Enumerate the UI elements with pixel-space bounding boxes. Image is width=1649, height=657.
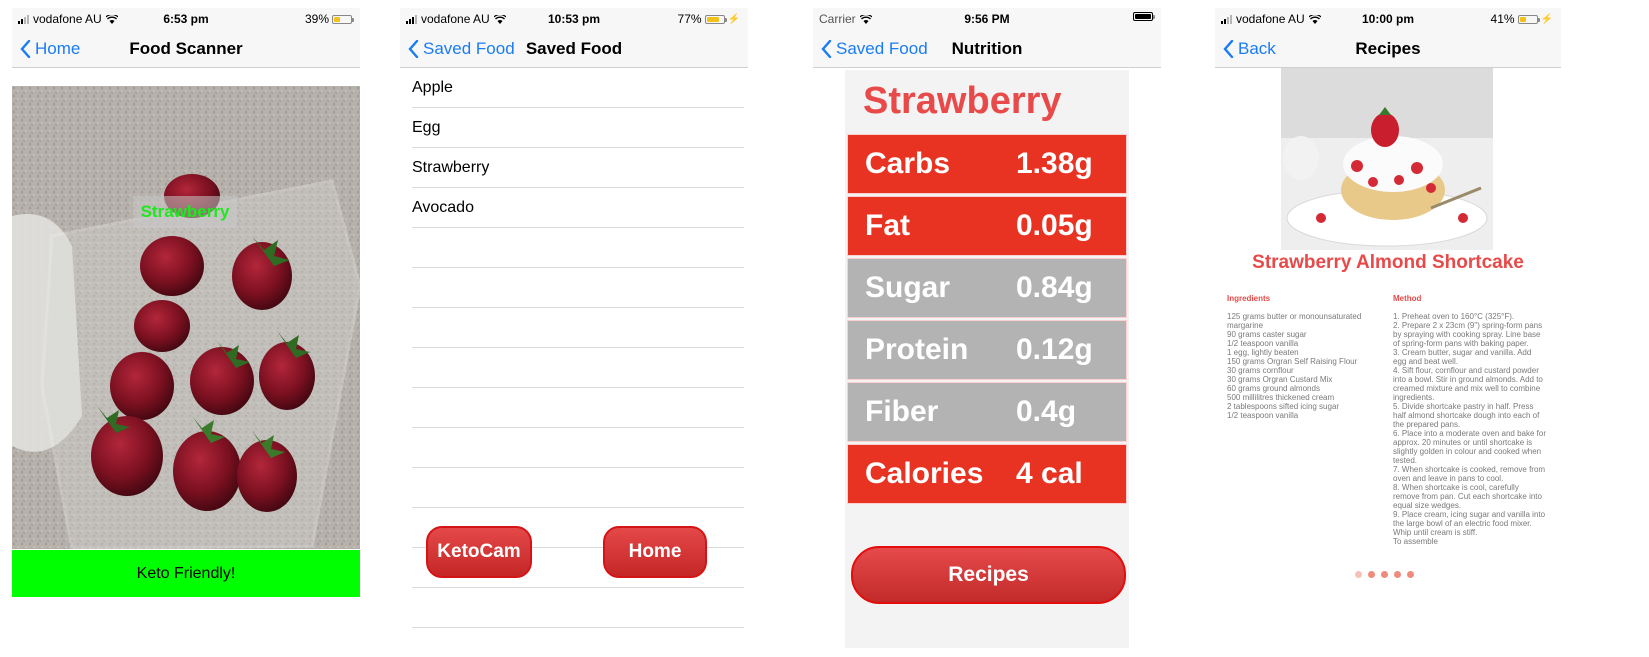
food-scanner-screen: vodafone AU 6:53 pm 39% Home Food Scanne…	[12, 8, 360, 648]
page-dot[interactable]	[1394, 571, 1401, 578]
empty-row	[412, 228, 744, 268]
back-button[interactable]: Saved Food	[821, 39, 928, 59]
status-bar: Carrier 9:56 PM	[813, 8, 1161, 30]
list-item[interactable]: Avocado	[412, 188, 744, 228]
home-button[interactable]: Home	[603, 526, 707, 578]
page-dot[interactable]	[1407, 571, 1414, 578]
status-bar: vodafone AU 10:53 pm 77% ⚡	[400, 8, 748, 30]
camera-preview[interactable]: Strawberry	[12, 86, 360, 549]
shortcake-image	[1281, 68, 1493, 250]
nutrition-row-carbs: Carbs 1.38g	[847, 134, 1127, 194]
nutrition-row-fiber: Fiber 0.4g	[847, 382, 1127, 442]
method-heading: Method	[1393, 294, 1422, 303]
battery-icon	[1517, 14, 1540, 24]
recipe-photo	[1281, 68, 1493, 250]
nav-bar: Saved Food Saved Food	[400, 30, 748, 68]
page-indicator[interactable]	[1355, 571, 1414, 578]
empty-row	[412, 268, 744, 308]
strawberries-photo	[12, 86, 360, 549]
ingredients-heading: Ingredients	[1227, 294, 1271, 303]
list-item[interactable]: Strawberry	[412, 148, 744, 188]
nutrition-row-sugar: Sugar 0.84g	[847, 258, 1127, 318]
list-item[interactable]: Apple	[412, 68, 744, 108]
nutrient-value: 0.05g	[1016, 209, 1093, 242]
back-button[interactable]: Home	[20, 39, 80, 59]
nutrient-value: 0.84g	[1016, 271, 1093, 304]
battery-percent: 41%	[1490, 12, 1515, 26]
chevron-left-icon	[20, 40, 31, 58]
nutrient-label: Carbs	[865, 147, 951, 180]
status-bar: vodafone AU 10:00 pm 41% ⚡	[1215, 8, 1561, 30]
nutrient-value: 1.38g	[1016, 147, 1093, 180]
page-dot[interactable]	[1381, 571, 1388, 578]
saved-food-screen: vodafone AU 10:53 pm 77% ⚡ Saved Food Sa…	[400, 8, 748, 648]
nutrient-label: Sugar	[865, 271, 951, 304]
back-label: Saved Food	[836, 39, 928, 58]
nutrient-value: 0.12g	[1016, 333, 1093, 366]
status-time: 9:56 PM	[964, 12, 1010, 26]
chevron-left-icon	[821, 40, 832, 58]
nutrition-row-fat: Fat 0.05g	[847, 196, 1127, 256]
back-label: Saved Food	[423, 39, 515, 58]
empty-row	[412, 588, 744, 628]
battery-percent: 39%	[304, 12, 329, 26]
nutrition-row-calories: Calories 4 cal	[847, 444, 1127, 504]
back-button[interactable]: Saved Food	[408, 39, 515, 59]
battery-icon	[332, 14, 354, 24]
chevron-left-icon	[408, 40, 419, 58]
nutrient-label: Calories	[865, 457, 984, 490]
nav-bar: Saved Food Nutrition	[813, 30, 1161, 68]
nutrition-row-protein: Protein 0.12g	[847, 320, 1127, 380]
list-item[interactable]: Egg	[412, 108, 744, 148]
recipe-title: Strawberry Almond Shortcake	[1252, 252, 1524, 273]
chevron-left-icon	[1223, 40, 1234, 58]
nutrient-label: Protein	[865, 333, 969, 366]
detection-label: Strawberry	[133, 196, 237, 228]
nutrient-label: Fat	[865, 209, 910, 242]
status-bar: vodafone AU 6:53 pm 39%	[12, 8, 360, 30]
food-name: Strawberry	[863, 80, 1062, 122]
page-dot[interactable]	[1355, 571, 1362, 578]
page-dot[interactable]	[1368, 571, 1375, 578]
nutrient-value: 4 cal	[1016, 457, 1083, 490]
ketocam-button[interactable]: KetoCam	[426, 526, 532, 578]
nav-bar: Home Food Scanner	[12, 30, 360, 68]
back-label: Back	[1238, 39, 1276, 58]
charging-icon: ⚡	[1540, 13, 1553, 25]
empty-row	[412, 388, 744, 428]
nutrient-label: Fiber	[865, 395, 939, 428]
back-button[interactable]: Back	[1223, 39, 1276, 59]
empty-row	[412, 428, 744, 468]
recipes-button[interactable]: Recipes	[851, 546, 1126, 604]
back-label: Home	[35, 39, 81, 58]
battery-icon	[704, 14, 727, 24]
recipes-screen: vodafone AU 10:00 pm 41% ⚡ Back Recipes	[1215, 8, 1561, 648]
method-text: 1. Preheat oven to 160°C (325°F). 2. Pre…	[1393, 312, 1546, 546]
empty-row	[412, 468, 744, 508]
battery-icon	[1133, 12, 1155, 21]
battery-percent: 77%	[677, 12, 702, 26]
nutrition-screen: Carrier 9:56 PM Saved Food Nutrition Str…	[813, 8, 1161, 648]
nav-bar: Back Recipes	[1215, 30, 1561, 68]
ingredients-text: 125 grams butter or monounsaturated marg…	[1227, 312, 1362, 420]
keto-result-banner: Keto Friendly!	[12, 550, 360, 597]
empty-row	[412, 308, 744, 348]
nutrient-value: 0.4g	[1016, 395, 1077, 428]
charging-icon: ⚡	[727, 13, 740, 25]
empty-row	[412, 348, 744, 388]
